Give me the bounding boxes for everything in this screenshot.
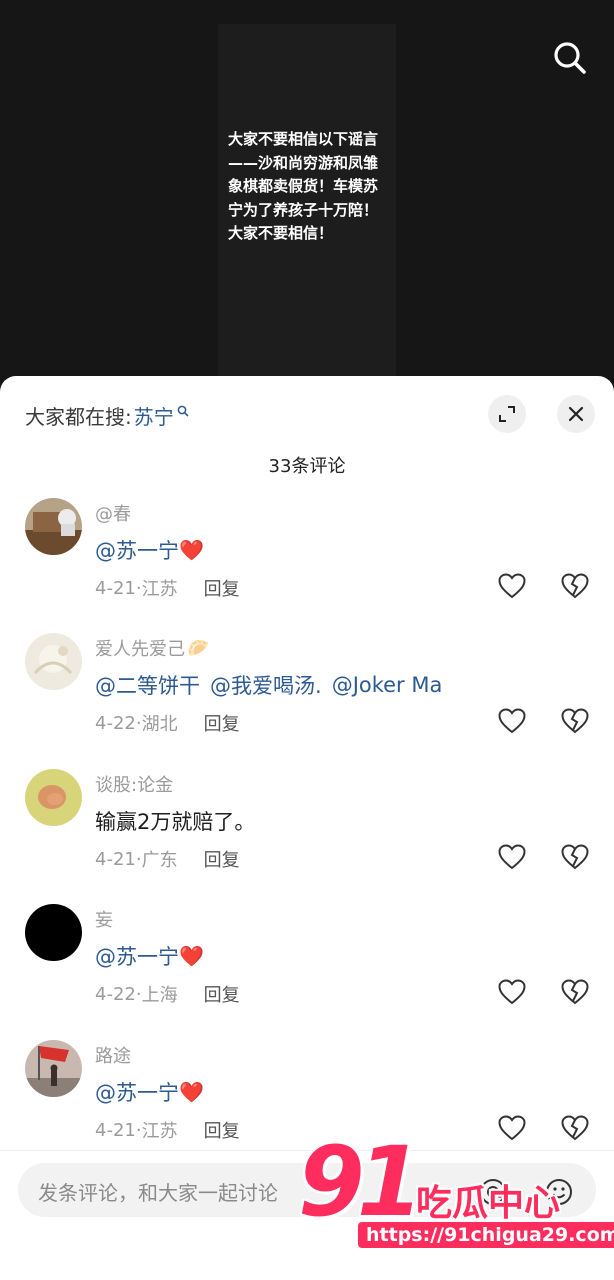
broken-heart-icon[interactable]: [561, 979, 589, 1005]
comment-username[interactable]: 谈股:论金: [95, 771, 173, 797]
avatar[interactable]: [25, 633, 82, 690]
comment-text: @二等饼干 @我爱喝汤. @Joker Ma: [95, 670, 442, 700]
reply-button[interactable]: 回复: [204, 710, 240, 736]
suggestion-prefix: 大家都在搜:: [25, 404, 132, 429]
expand-icon: [499, 406, 515, 422]
comment-body: 输赢2万就赔了。: [95, 810, 256, 834]
watermark: 91 吃瓜中心 https://91chigua29.com: [298, 1126, 614, 1250]
mention-link[interactable]: @苏一宁: [95, 941, 179, 971]
expand-button[interactable]: [488, 395, 526, 433]
comment-location: 江苏: [141, 1121, 178, 1142]
mention-link[interactable]: @苏一宁: [95, 1077, 179, 1107]
comment-text: @苏一宁 ❤️: [95, 535, 204, 565]
avatar[interactable]: [25, 498, 82, 555]
like-icon[interactable]: [498, 844, 526, 870]
comment-date: 4-22: [95, 983, 136, 1005]
comment-meta: 4-21 · 广东 回复: [95, 846, 240, 872]
comment-input-placeholder: 发条评论，和大家一起讨论: [38, 1181, 278, 1205]
comment-location: 广东: [141, 850, 178, 871]
reply-button[interactable]: 回复: [204, 575, 240, 601]
comment-date: 4-22: [95, 712, 136, 734]
watermark-url: https://91chigua29.com: [358, 1222, 614, 1248]
comment-text: @苏一宁 ❤️: [95, 1077, 204, 1107]
comment-username[interactable]: 路途: [95, 1042, 131, 1068]
comment-date: 4-21: [95, 1119, 136, 1141]
mention-link[interactable]: @我爱喝汤.: [210, 670, 322, 700]
reply-button[interactable]: 回复: [204, 846, 240, 872]
avatar[interactable]: [25, 1040, 82, 1097]
like-icon[interactable]: [498, 573, 526, 599]
suggestion-keyword[interactable]: 苏宁: [134, 401, 174, 430]
comment-meta: 4-21 · 江苏 回复: [95, 575, 240, 601]
reply-button[interactable]: 回复: [204, 981, 240, 1007]
broken-heart-icon[interactable]: [561, 708, 589, 734]
mention-link[interactable]: @二等饼干: [95, 670, 200, 700]
comment-meta: 4-22 · 湖北 回复: [95, 710, 240, 736]
comment-meta: 4-22 · 上海 回复: [95, 981, 240, 1007]
comment-location: 湖北: [141, 714, 178, 735]
comment-username[interactable]: @春: [95, 500, 131, 526]
comment-date: 4-21: [95, 848, 136, 870]
comment-item: 爱人先爱己 🥟 @二等饼干 @我爱喝汤. @Joker Ma 4-22 · 湖北 回复: [0, 633, 614, 753]
video-player[interactable]: 大家不要相信以下谣言——沙和尚穷游和凤雏象棋都卖假货！车模苏宁为了养孩子十万陪！…: [0, 0, 614, 400]
search-button[interactable]: [550, 38, 590, 78]
comment-username[interactable]: 妄: [95, 906, 113, 932]
broken-heart-icon[interactable]: [561, 844, 589, 870]
comment-item: 谈股:论金 输赢2万就赔了。 4-21 · 广东 回复: [0, 769, 614, 889]
comment-item: @春 @苏一宁 ❤️ 4-21 · 江苏 回复: [0, 498, 614, 618]
heart-emoji: ❤️: [179, 944, 204, 968]
broken-heart-icon[interactable]: [561, 573, 589, 599]
mention-link[interactable]: @Joker Ma: [332, 673, 443, 697]
dumpling-emoji: 🥟: [187, 637, 210, 659]
comment-meta: 4-21 · 江苏 回复: [95, 1117, 240, 1143]
avatar[interactable]: [25, 904, 82, 961]
comment-location: 上海: [141, 985, 178, 1006]
video-overlay-text: 大家不要相信以下谣言——沙和尚穷游和凤雏象棋都卖假货！车模苏宁为了养孩子十万陪！…: [228, 130, 379, 242]
like-icon[interactable]: [498, 979, 526, 1005]
heart-emoji: ❤️: [179, 538, 204, 562]
comment-count: 33条评论: [268, 456, 346, 477]
search-small-icon: [177, 405, 189, 417]
reply-button[interactable]: 回复: [204, 1117, 240, 1143]
heart-emoji: ❤️: [179, 1080, 204, 1104]
comment-username[interactable]: 爱人先爱己 🥟: [95, 635, 209, 661]
mention-link[interactable]: @苏一宁: [95, 535, 179, 565]
search-suggestion[interactable]: 大家都在搜: 苏宁: [25, 400, 189, 430]
close-icon: [568, 406, 584, 422]
comment-location: 江苏: [141, 579, 178, 600]
like-icon[interactable]: [498, 708, 526, 734]
watermark-name: 吃瓜中心: [416, 1183, 561, 1224]
comment-date: 4-21: [95, 577, 136, 599]
comment-text: @苏一宁 ❤️: [95, 941, 204, 971]
comment-item: 妄 @苏一宁 ❤️ 4-22 · 上海 回复: [0, 904, 614, 1024]
avatar[interactable]: [25, 769, 82, 826]
search-icon: [554, 42, 586, 74]
comment-text: 输赢2万就赔了。: [95, 806, 255, 836]
close-button[interactable]: [557, 395, 595, 433]
